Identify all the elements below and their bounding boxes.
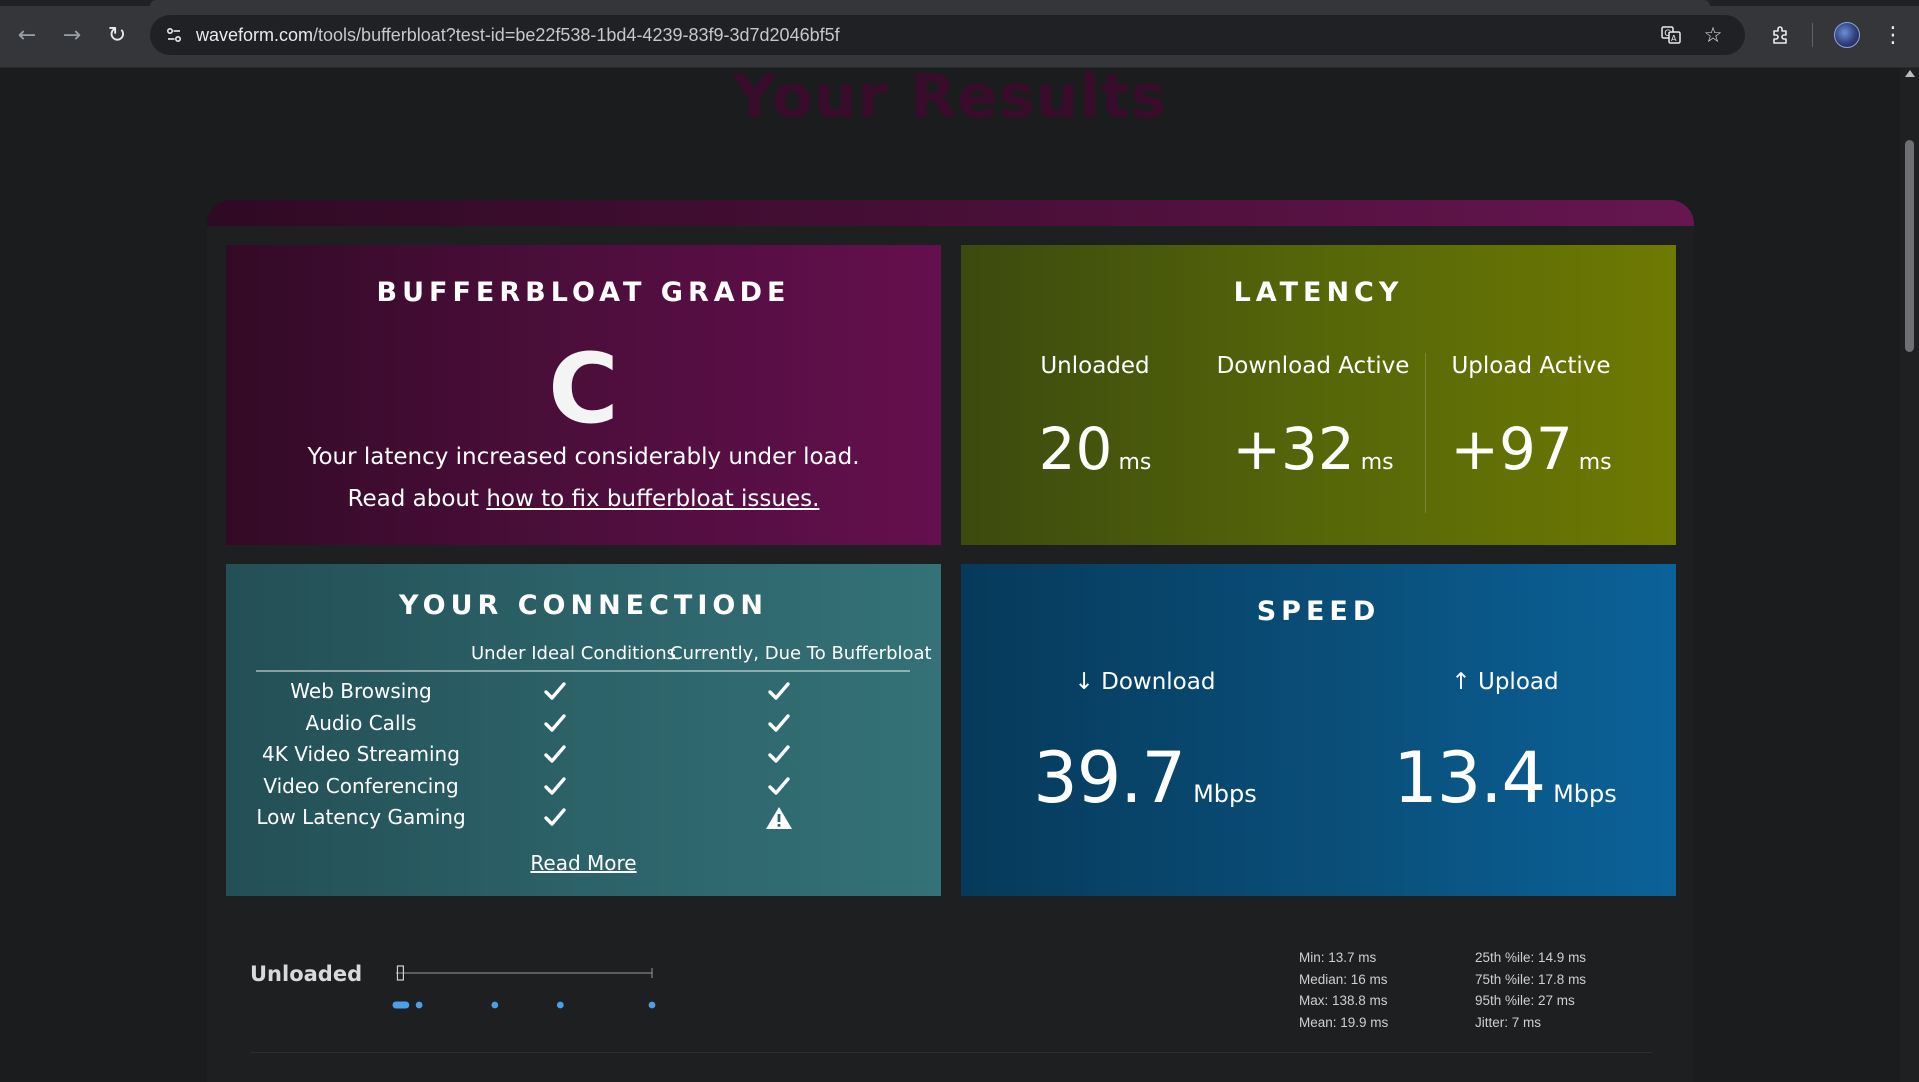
latency-download-active: Download Active +32 ms [1203,353,1423,483]
svg-text:A: A [1671,34,1677,43]
connection-panel-title: YOUR CONNECTION [399,590,768,621]
grade-letter: C [548,333,619,445]
stat-95th: 95th %ile: 27 ms [1475,993,1575,1008]
reload-icon[interactable]: ↻ [100,18,134,52]
latency-stats-right: 25th %ile: 14.9 ms 75th %ile: 17.8 ms 95… [1475,947,1586,1033]
stat-25th: 25th %ile: 14.9 ms [1475,950,1587,965]
url-text[interactable]: waveform.com/tools/bufferbloat?test-id=b… [196,25,840,46]
bookmark-star-icon[interactable]: ☆ [1700,22,1726,48]
column-header-current: Currently, Due To Bufferbloat [670,643,932,664]
connection-row: Low Latency Gaming [226,802,941,833]
unloaded-latency-boxplot [392,965,656,1009]
upload-value: 13.4 [1393,737,1546,819]
grade-panel-title: BUFFERBLOAT GRADE [376,277,791,308]
back-icon[interactable]: ← [10,18,44,52]
url-host: waveform.com [196,25,314,45]
download-unit: Mbps [1193,780,1257,808]
check-icon [540,678,570,706]
stat-jitter: Jitter: 7 ms [1475,1014,1542,1030]
site-info-icon[interactable] [160,21,188,49]
address-bar[interactable]: waveform.com/tools/bufferbloat?test-id=b… [150,15,1745,55]
upload-unit: Mbps [1553,780,1617,808]
stat-min: Min: 13.7 ms [1299,950,1377,965]
profile-avatar[interactable] [1830,18,1864,52]
speed-panel-title: SPEED [1256,596,1381,627]
active-tab[interactable] [150,0,1710,6]
connection-row-label: 4K Video Streaming [262,742,460,766]
forward-icon[interactable]: → [55,18,89,52]
check-icon [764,678,794,706]
latency-panel-title: LATENCY [1233,277,1404,308]
stat-median: Median: 16 ms [1299,971,1388,987]
latency-panel: LATENCY Unloaded 20 ms Download Active +3… [961,245,1676,545]
warning-icon [764,804,794,832]
section-divider [250,1052,1652,1053]
grade-description: Your latency increased considerably unde… [307,444,860,470]
stat-max: Max: 138.8 ms [1299,993,1388,1008]
stat-mean: Mean: 19.9 ms [1299,1014,1389,1030]
sample-point [648,1001,656,1009]
page-scrollbar[interactable] [1900,68,1919,1082]
url-path: /tools/bufferbloat?test-id=be22f538-1bd4… [313,25,840,45]
stat-75th: 75th %ile: 17.8 ms [1475,971,1587,987]
extensions-puzzle-icon[interactable] [1764,18,1798,52]
sample-point [415,1001,423,1009]
connection-row: Video Conferencing [226,771,941,802]
latency-upload-active: Upload Active +97 ms [1421,353,1641,483]
download-value: 39.7 [1033,737,1186,819]
sample-point [556,1001,564,1009]
check-icon [764,741,794,769]
kebab-menu-icon[interactable]: ⋮ [1876,18,1910,52]
page-title: Your Results [732,62,1168,132]
latency-label: Download Active [1216,353,1410,379]
avatar-image [1834,22,1860,48]
speed-panel: SPEED ↓ Download 39.7 Mbps ↑ Upload 13.4 M… [961,564,1676,896]
tab-strip [0,0,1919,6]
column-header-ideal: Under Ideal Conditions [471,643,677,664]
read-more-link[interactable]: Read More [226,851,941,875]
latency-label: Upload Active [1451,353,1611,379]
latency-unit: ms [1360,450,1394,475]
scroll-up-arrow-icon[interactable] [1905,70,1915,77]
check-icon [764,773,794,801]
table-header-rule [256,670,910,672]
scroll-thumb[interactable] [1905,140,1914,352]
download-speed: ↓ Download 39.7 Mbps [975,669,1315,819]
connection-row-label: Web Browsing [290,679,432,703]
check-icon [540,773,570,801]
fix-bufferbloat-link[interactable]: how to fix bufferbloat issues. [486,486,819,512]
bufferbloat-grade-panel: BUFFERBLOAT GRADE C Your latency increas… [226,245,941,545]
check-icon [540,741,570,769]
results-card-topbar [207,200,1694,226]
latency-stats-left: Min: 13.7 ms Median: 16 ms Max: 138.8 ms… [1299,947,1388,1033]
translate-icon[interactable]: G A [1658,22,1684,48]
connection-row: 4K Video Streaming [226,739,941,770]
download-label: ↓ Download [1074,669,1216,695]
toolbar-divider [1812,23,1813,47]
latency-value: 20 [1038,415,1113,483]
latency-unloaded: Unloaded 20 ms [985,353,1205,483]
read-about-prefix: Read about [347,486,487,512]
check-icon [764,710,794,738]
connection-row: Audio Calls [226,708,941,739]
connection-row-label: Low Latency Gaming [256,805,466,829]
latency-unit: ms [1118,450,1152,475]
latency-value: +97 [1450,415,1573,483]
unloaded-distribution-label: Unloaded [250,962,363,986]
latency-unit: ms [1578,450,1612,475]
latency-label: Unloaded [1040,353,1150,379]
connection-row-label: Video Conferencing [263,773,459,798]
sample-point [491,1001,499,1009]
check-icon [540,804,570,832]
check-icon [540,710,570,738]
connection-row: Web Browsing [226,676,941,707]
connection-row-label: Audio Calls [305,710,417,735]
browser-toolbar: ← → ↻ waveform.com/tools/bufferbloat?tes… [0,0,1919,68]
your-connection-panel: YOUR CONNECTION Under Ideal Conditions C… [226,564,941,896]
latency-value: +32 [1232,415,1355,483]
grade-read-about: Read about how to fix bufferbloat issues… [226,486,941,512]
upload-speed: ↑ Upload 13.4 Mbps [1335,669,1675,819]
upload-label: ↑ Upload [1451,669,1559,695]
